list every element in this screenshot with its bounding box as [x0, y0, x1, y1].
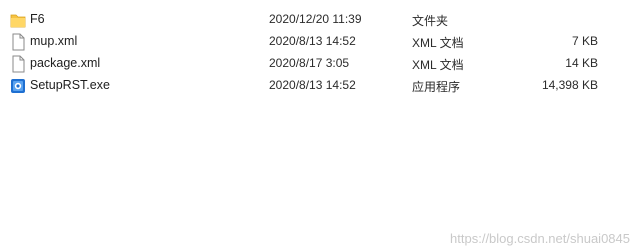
watermark: https://blog.csdn.net/shuai0845 [450, 231, 630, 246]
file-row-mup-xml[interactable]: mup.xml 2020/8/13 14:52 XML 文档 7 KB [0, 31, 640, 53]
file-name: SetupRST.exe [30, 78, 110, 92]
file-type: 应用程序 [412, 80, 461, 94]
file-name: F6 [30, 12, 45, 26]
file-size: 14,398 KB [541, 78, 598, 92]
installer-icon [10, 77, 26, 95]
file-type: 文件夹 [412, 14, 449, 28]
file-row-setuprst-exe[interactable]: SetupRST.exe 2020/8/13 14:52 应用程序 14,398… [0, 75, 640, 97]
file-type: XML 文档 [412, 36, 464, 50]
file-name: package.xml [30, 56, 101, 70]
folder-icon [10, 11, 26, 29]
file-date: 2020/12/20 11:39 [269, 12, 362, 26]
file-name: mup.xml [30, 34, 78, 48]
file-size: 14 KB [565, 56, 598, 70]
document-icon [10, 55, 26, 73]
file-date: 2020/8/17 3:05 [269, 56, 350, 70]
file-type: XML 文档 [412, 58, 464, 72]
file-date: 2020/8/13 14:52 [269, 34, 356, 48]
file-row-f6[interactable]: F6 2020/12/20 11:39 文件夹 [0, 9, 640, 31]
document-icon [10, 33, 26, 51]
file-list: F6 2020/12/20 11:39 文件夹 mup.xml 2020/8/1… [0, 9, 640, 97]
file-size: 7 KB [571, 34, 598, 48]
file-row-package-xml[interactable]: package.xml 2020/8/17 3:05 XML 文档 14 KB [0, 53, 640, 75]
file-date: 2020/8/13 14:52 [269, 78, 356, 92]
